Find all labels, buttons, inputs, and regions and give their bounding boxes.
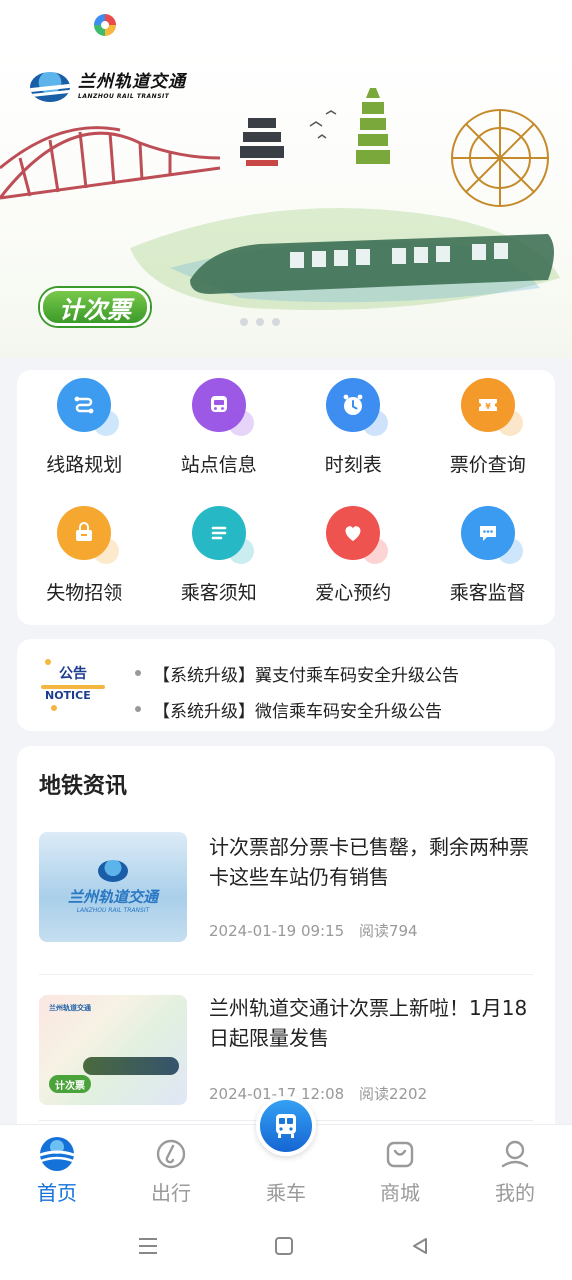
news-meta: 2024-01-19 09:15 阅读794 [209,920,418,941]
quick-menu-card: 线路规划 站点信息 时刻表 ¥ 票价查询 失物招领 乘客须知 爱心预约 乘客监督 [17,370,555,625]
quick-fare-inquiry[interactable]: ¥ 票价查询 [421,378,556,506]
lost-found-icon [57,506,120,564]
carousel-dot [272,318,280,326]
quick-route-planning[interactable]: 线路规划 [17,378,152,506]
quick-care-reservation[interactable]: 爱心预约 [286,506,421,634]
profile-icon [496,1135,534,1173]
tab-label: 乘车 [266,1181,306,1205]
tab-travel[interactable]: 出行 [114,1125,228,1211]
notice-dot-decoration [45,659,51,665]
ride-qr-button[interactable] [256,1096,316,1156]
chat-icon [460,506,523,564]
quick-label: 失物招领 [46,582,123,604]
quick-label: 乘客监督 [449,582,526,604]
tab-label: 我的 [495,1181,535,1205]
lanzhou-rail-logo-icon [98,860,128,882]
news-headline: 兰州轨道交通计次票上新啦！1月18日起限量发售 [209,996,528,1050]
banner-carousel[interactable]: 兰州轨道交通 LANZHOU RAIL TRANSIT 计次票 [0,48,572,358]
banner-badge: 计次票 [40,288,150,326]
home-square-icon[interactable] [270,1232,298,1260]
quick-label: 站点信息 [180,454,257,476]
tab-home[interactable]: 首页 [0,1125,114,1211]
station-icon [191,378,254,436]
quick-label: 爱心预约 [315,582,392,604]
quick-menu-grid: 线路规划 站点信息 时刻表 ¥ 票价查询 失物招领 乘客须知 爱心预约 乘客监督 [17,378,555,634]
back-icon[interactable] [406,1232,434,1260]
app-notification-icon [94,14,116,36]
notice-list: 【系统升级】翼支付乘车码安全升级公告 【系统升级】微信乘车码安全升级公告 [135,655,459,727]
quick-passenger-notice[interactable]: 乘客须知 [152,506,287,634]
quick-label: 时刻表 [324,454,382,476]
lanzhou-rail-logo-icon [30,72,70,102]
quick-passenger-supervision[interactable]: 乘客监督 [421,506,556,634]
carousel-dot [240,318,248,326]
shop-icon [381,1135,419,1173]
news-section-title: 地铁资讯 [39,774,128,799]
quick-timetable[interactable]: 时刻表 [286,378,421,506]
banner-logo-cn: 兰州轨道交通 [78,72,186,92]
news-thumbnail: 兰州轨道交通 LANZHOU RAIL TRANSIT [39,832,187,942]
thumbnail-logo: 兰州轨道交通 [49,1004,91,1012]
thumbnail-badge: 计次票 [49,1075,91,1093]
status-bar [0,0,572,48]
heart-icon [326,506,389,564]
tab-label: 首页 [37,1181,77,1205]
quick-station-info[interactable]: 站点信息 [152,378,287,506]
notice-item[interactable]: 【系统升级】微信乘车码安全升级公告 [135,691,459,727]
news-thumbnail: 兰州轨道交通 计次票 [39,995,187,1105]
news-item[interactable]: 兰州轨道交通 LANZHOU RAIL TRANSIT 计次票部分票卡已售罄，剩… [39,828,533,974]
thumbnail-logo-cn: 兰州轨道交通 [67,888,158,906]
banner-logo-en: LANZHOU RAIL TRANSIT [78,93,170,100]
notice-item[interactable]: 【系统升级】翼支付乘车码安全升级公告 [135,655,459,691]
thumbnail-logo-en: LANZHOU RAIL TRANSIT [76,907,150,914]
banner-logo: 兰州轨道交通 LANZHOU RAIL TRANSIT [30,72,186,102]
carousel-dot [256,318,264,326]
news-meta: 2024-01-17 12:08 阅读2202 [209,1083,427,1104]
system-nav-bar [0,1210,572,1280]
tab-label: 商城 [380,1181,420,1205]
carousel-indicator [240,318,280,326]
news-read-count: 阅读794 [358,922,418,940]
svg-text:¥: ¥ [485,402,491,411]
quick-label: 乘客须知 [180,582,257,604]
thumbnail-train-illustration [83,1057,179,1075]
bus-icon [276,1114,296,1138]
home-icon [38,1135,76,1173]
notice-list-icon [191,506,254,564]
tab-profile[interactable]: 我的 [458,1125,572,1211]
notice-card: 公告 NOTICE 【系统升级】翼支付乘车码安全升级公告 【系统升级】微信乘车码… [17,639,555,731]
travel-icon [152,1135,190,1173]
tab-shop[interactable]: 商城 [343,1125,457,1211]
quick-label: 线路规划 [46,454,123,476]
news-date: 2024-01-19 09:15 [209,922,345,940]
route-icon [57,378,120,436]
notice-dot-decoration [51,705,57,711]
quick-label: 票价查询 [449,454,526,476]
ticket-icon: ¥ [460,378,523,436]
news-headline: 计次票部分票卡已售罄，剩余两种票卡这些车站仍有销售 [209,835,529,889]
notice-badge-en: NOTICE [45,689,91,702]
menu-icon[interactable] [134,1232,162,1260]
news-read-count: 阅读2202 [358,1085,428,1103]
notice-badge: 公告 NOTICE [41,657,123,711]
clock-icon [326,378,389,436]
quick-lost-found[interactable]: 失物招领 [17,506,152,634]
tab-label: 出行 [151,1181,191,1205]
notice-badge-cn: 公告 [59,666,87,682]
